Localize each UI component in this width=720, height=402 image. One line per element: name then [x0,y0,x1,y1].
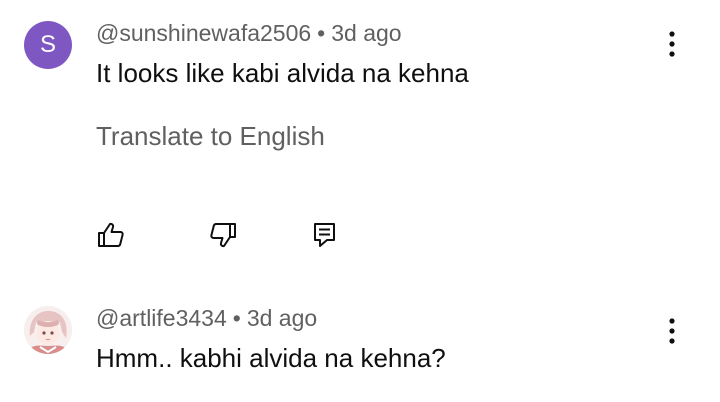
avatar[interactable] [24,306,72,354]
comment-meta: @artlife3434 • 3d ago [96,305,317,332]
more-options-button[interactable] [660,316,684,346]
avatar-letter: S [39,31,56,58]
comment-time: 3d ago [246,305,318,331]
comment-text: Hmm.. kabhi alvida na kehna? [96,343,446,373]
thumb-up-icon [96,220,126,250]
translate-button[interactable]: Translate to English [96,121,325,152]
author-handle[interactable]: @sunshinewafa2506 [96,20,311,46]
comment-text: It looks like kabi alvida na kehna [96,58,469,88]
more-vert-icon [660,316,684,346]
comment-item: S @sunshinewafa2506 • 3d ago It looks like… [0,0,720,290]
anime-character-avatar [24,306,72,354]
more-vert-icon [660,29,684,59]
reply-button[interactable] [310,220,340,250]
avatar[interactable]: S [24,21,72,69]
meta-separator: • [317,20,326,46]
thumb-down-icon [208,220,238,250]
reply-icon [310,220,340,250]
meta-separator: • [232,305,241,331]
comment-time: 3d ago [331,20,402,46]
comment-item: @artlife3434 • 3d ago Hmm.. kabhi alvida n… [0,290,720,402]
comment-meta: @sunshinewafa2506 • 3d ago [96,20,402,47]
dislike-button[interactable] [208,220,238,250]
more-options-button[interactable] [660,29,684,59]
like-button[interactable] [96,220,126,250]
author-handle[interactable]: @artlife3434 [96,305,227,331]
